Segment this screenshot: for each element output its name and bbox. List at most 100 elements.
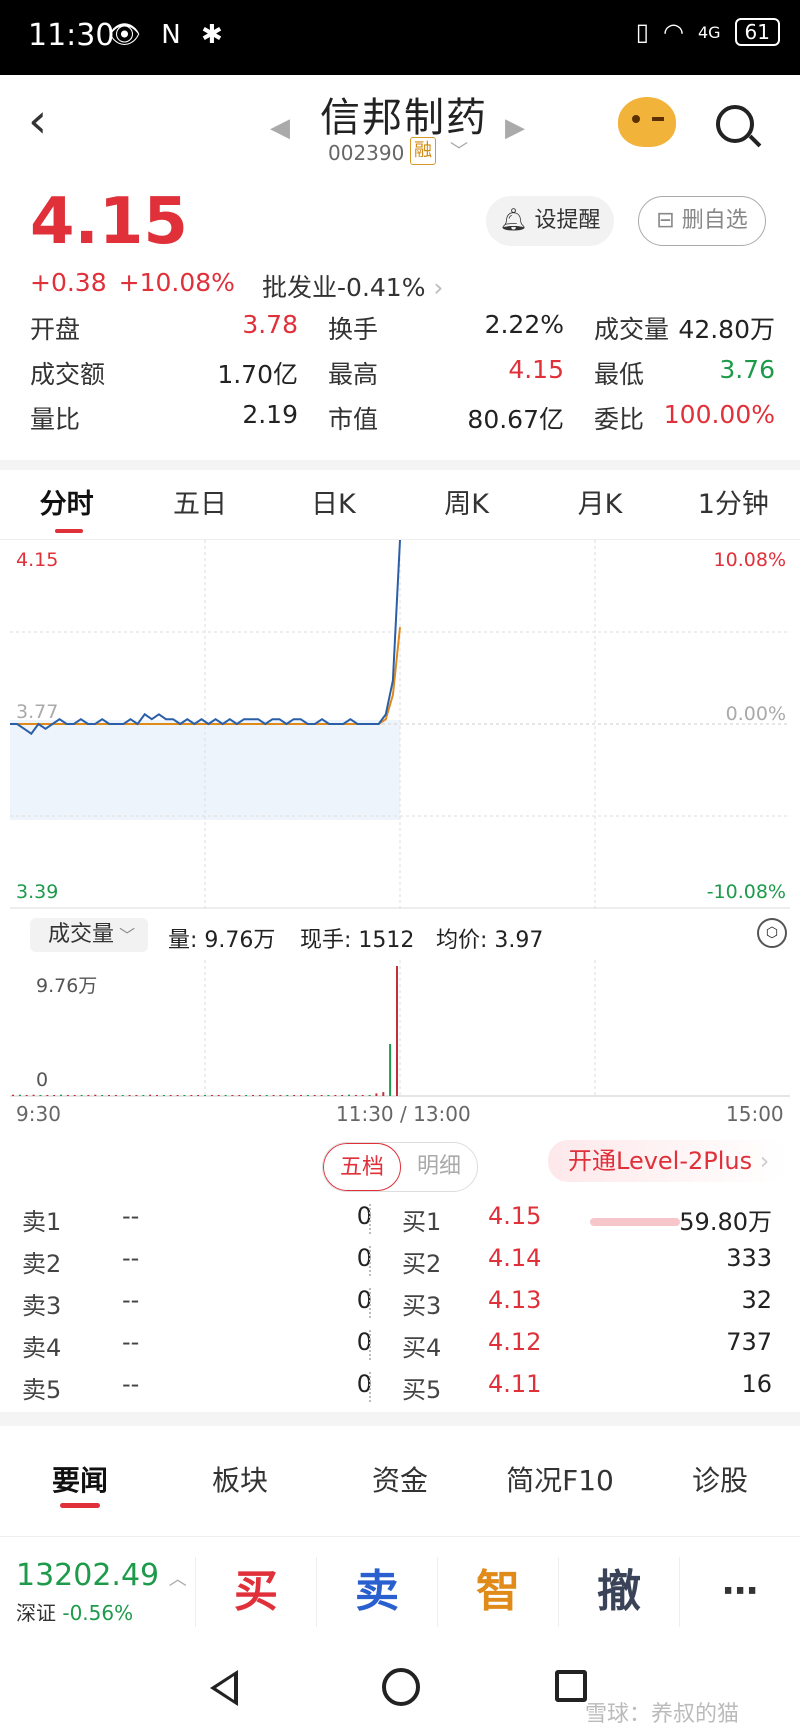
back-icon[interactable]: ‹ (28, 97, 47, 145)
tab-five-day[interactable]: 五日 (133, 470, 266, 539)
volume-chart[interactable]: 9.76万 0 (0, 960, 800, 1100)
section-divider (0, 1412, 800, 1426)
chevron-down-icon[interactable]: ﹀ (450, 137, 468, 163)
volume-bar (238, 1095, 241, 1096)
index-ticker[interactable]: 13202.49 ︿ 深证 -0.56% (0, 1558, 195, 1626)
stat-cell: 开盘 3.78 (30, 310, 298, 355)
sell-qty: 0 (356, 1327, 372, 1356)
intraday-price-chart[interactable]: 4.15 3.77 3.39 10.08% 0.00% -10.08% (0, 540, 800, 910)
volume-bar (149, 1094, 152, 1096)
nav-home-icon[interactable] (382, 1668, 420, 1706)
tab-news[interactable]: 要闻 (0, 1426, 160, 1536)
sell-level: 卖5 -- 0 (22, 1370, 382, 1405)
prev-stock-icon[interactable]: ◀ (270, 113, 290, 143)
buy-level: 买1 4.15 59.80万 (382, 1202, 772, 1237)
stat-label: 最高 (328, 360, 379, 389)
tab-diagnosis[interactable]: 诊股 (640, 1426, 800, 1536)
volume-bar (169, 1095, 172, 1096)
volume-bar (341, 1095, 344, 1096)
change-value: +0.38 (30, 268, 107, 297)
stat-value: 2.19 (242, 400, 298, 429)
nav-recents-icon[interactable] (555, 1670, 587, 1702)
chevron-up-icon: ︿ (168, 1568, 187, 1590)
buy-qty: 32 (741, 1285, 772, 1314)
buy-qty: 737 (726, 1327, 772, 1356)
tab-daily-k[interactable]: 日K (267, 470, 400, 539)
y-axis-top-label: 4.15 (16, 549, 58, 571)
average-price: 均价: 3.97 (436, 928, 544, 953)
search-icon[interactable] (716, 105, 754, 143)
time-label: 9:30 (16, 1102, 61, 1126)
tab-details[interactable]: 明细 (401, 1143, 477, 1191)
volume-bar (101, 1095, 104, 1096)
stat-label: 量比 (30, 405, 81, 434)
bell-icon: 🔔︎ (499, 208, 528, 233)
volume-bar (108, 1095, 110, 1096)
tab-weekly-k[interactable]: 周K (400, 470, 533, 539)
stat-value: 100.00% (663, 400, 775, 429)
volume-bar (210, 1095, 213, 1096)
stat-label: 开盘 (30, 315, 81, 344)
nav-back-icon[interactable] (210, 1670, 238, 1706)
volume-bar (156, 1095, 158, 1096)
orderbook-divider (369, 1330, 371, 1360)
set-alert-label: 设提醒 (534, 208, 601, 233)
volume-bar (389, 1044, 392, 1096)
volume-bar (245, 1095, 248, 1096)
cancel-order-button[interactable]: 撤 (558, 1556, 679, 1627)
volume-selector-label: 成交量 (48, 922, 115, 947)
volume-bar (361, 1095, 364, 1096)
bottom-action-bar: 13202.49 ︿ 深证 -0.56% 买 卖 智 撤 ⋯ (0, 1536, 800, 1646)
tab-intraday[interactable]: 分时 (0, 470, 133, 539)
change-percent: +10.08% (118, 268, 235, 297)
minus-box-icon: ⊟ (656, 208, 675, 233)
volume-bar (46, 1095, 49, 1096)
volume-bar (121, 1095, 124, 1096)
buy-label: 买4 (402, 1333, 442, 1362)
industry-link[interactable]: 批发业-0.41% › (262, 268, 443, 304)
volume-bar (286, 1095, 289, 1096)
stat-label: 换手 (328, 315, 379, 344)
index-value: 13202.49 ︿ (16, 1558, 195, 1593)
chevron-down-icon: ﹀ (114, 926, 136, 945)
volume-bar (265, 1095, 268, 1096)
next-stock-icon[interactable]: ▶ (505, 113, 525, 143)
volume-bar (258, 1095, 261, 1096)
set-alert-button[interactable]: 🔔︎ 设提醒 (486, 196, 614, 246)
smart-button[interactable]: 智 (437, 1556, 558, 1627)
time-label: 11:30 / 13:00 (336, 1102, 471, 1126)
orderbook-row: 卖1 -- 0 买1 4.15 59.80万 (22, 1198, 782, 1240)
volume-bar (348, 1094, 350, 1096)
tab-monthly-k[interactable]: 月K (533, 470, 666, 539)
mascot-icon[interactable] (618, 97, 676, 147)
level2-label: 开通Level-2Plus (568, 1147, 753, 1175)
watermark: 雪球：养叔的猫 (585, 1702, 740, 1727)
stat-cell: 最高 4.15 (298, 355, 564, 400)
settings-icon[interactable]: ⬡ (757, 918, 787, 948)
y-axis-bottom-label: 3.39 (16, 881, 58, 903)
tab-five-levels[interactable]: 五档 (323, 1143, 401, 1191)
tab-sector[interactable]: 板块 (160, 1426, 320, 1536)
volume-selector[interactable]: 成交量 ﹀ (30, 918, 148, 952)
volume-bar (60, 1094, 62, 1096)
tab-funds[interactable]: 资金 (320, 1426, 480, 1536)
sell-button[interactable]: 卖 (316, 1556, 437, 1627)
tab-one-minute[interactable]: 1分钟 (667, 470, 800, 539)
buy-button[interactable]: 买 (195, 1556, 316, 1627)
more-button[interactable]: ⋯ (679, 1556, 800, 1627)
sell-qty: 0 (356, 1201, 372, 1230)
tab-f10[interactable]: 简况F10 (480, 1426, 640, 1536)
volume-bar (39, 1095, 42, 1096)
volume-bar (73, 1095, 76, 1096)
stat-cell: 成交量 42.80万 (564, 310, 775, 355)
stats-row: 量比 2.19 市值 80.67亿 委比 100.00% (30, 400, 775, 445)
volume-bar (368, 1095, 371, 1096)
volume-bar (224, 1095, 227, 1096)
volume-bar (306, 1095, 309, 1096)
volume-bar (334, 1095, 337, 1096)
level2-upgrade-link[interactable]: 开通Level-2Plus › (548, 1140, 788, 1182)
orderbook-tabs: 五档 明细 (322, 1142, 478, 1192)
remove-watchlist-button[interactable]: ⊟ 删自选 (638, 196, 766, 246)
volume-bar (279, 1095, 282, 1096)
index-change: -0.56% (62, 1600, 134, 1625)
